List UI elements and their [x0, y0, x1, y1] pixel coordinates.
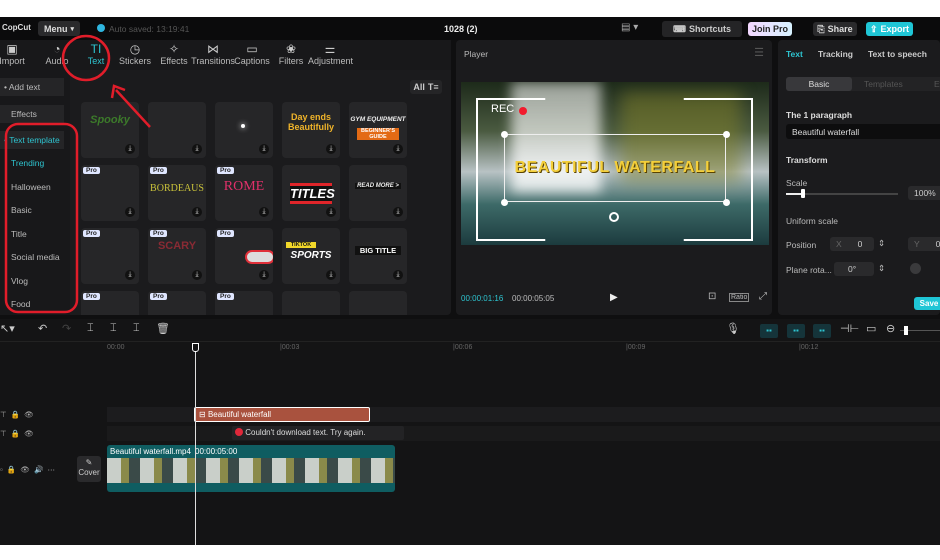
highlight-circle: [61, 34, 111, 82]
annotation-overlay: [4, 34, 151, 314]
annotation-arrow: [115, 89, 151, 128]
highlight-rectangle: [4, 122, 79, 314]
